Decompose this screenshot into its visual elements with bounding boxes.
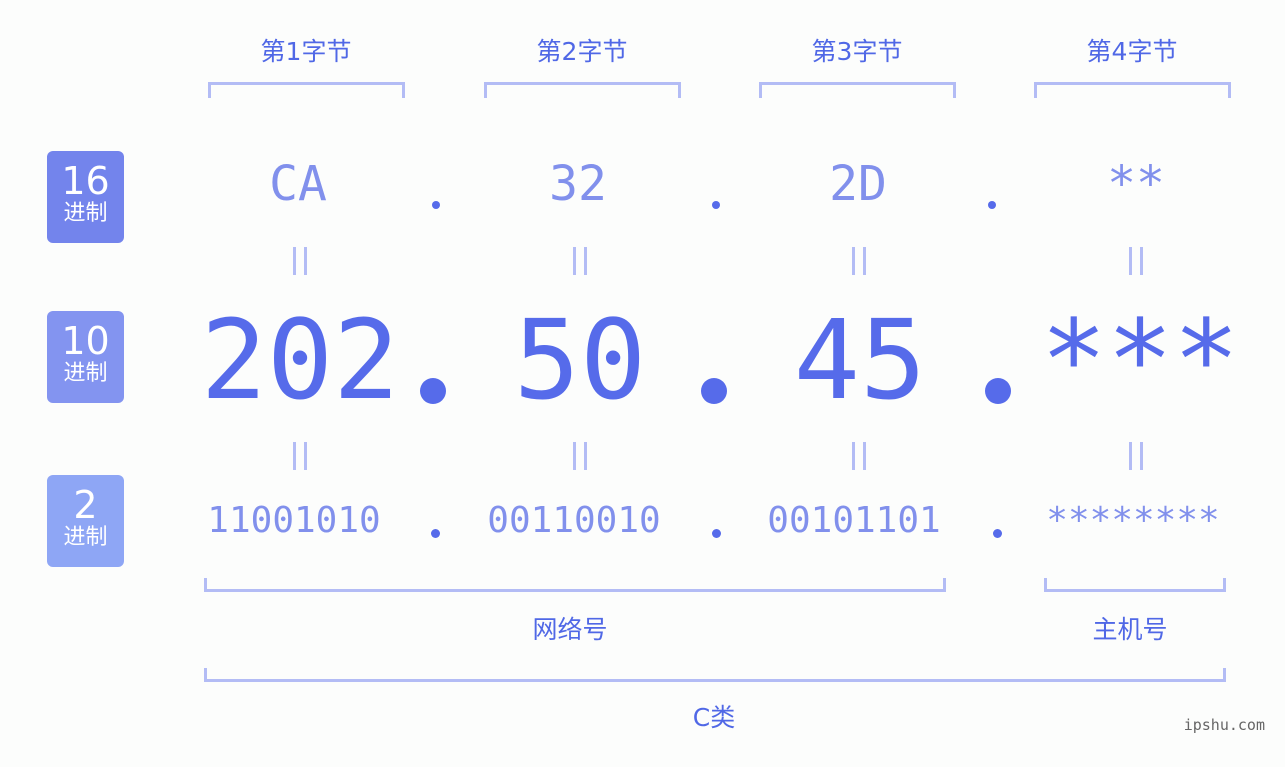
network-bracket	[204, 578, 946, 592]
watermark: ipshu.com	[1183, 716, 1265, 734]
host-label: 主机号	[1092, 615, 1168, 644]
decimal-dot-2	[701, 378, 727, 404]
equals-icon	[852, 442, 866, 470]
badge-decimal-label: 进制	[63, 361, 108, 386]
hex-byte-1: CA	[269, 156, 327, 212]
hex-byte-3: 2D	[829, 156, 887, 212]
badge-hex: 16 进制	[47, 151, 124, 243]
binary-dot-3	[993, 529, 1002, 538]
equals-icon	[1129, 442, 1143, 470]
byte-header-1: 第1字节	[260, 37, 352, 66]
equals-icon	[293, 442, 307, 470]
decimal-byte-3: 45	[793, 296, 927, 424]
badge-binary-number: 2	[73, 483, 98, 527]
hex-dot-1	[432, 201, 440, 209]
host-bracket	[1044, 578, 1226, 592]
badge-binary: 2 进制	[47, 475, 124, 567]
binary-byte-4: ********	[1046, 500, 1220, 541]
byte-bracket-4	[1034, 82, 1231, 98]
class-bracket	[204, 668, 1226, 682]
binary-dot-2	[712, 529, 721, 538]
byte-header-2: 第2字节	[536, 37, 628, 66]
byte-bracket-2	[484, 82, 681, 98]
decimal-dot-1	[420, 378, 446, 404]
badge-decimal-number: 10	[61, 319, 110, 363]
binary-byte-2: 00110010	[487, 500, 661, 541]
binary-dot-1	[431, 529, 440, 538]
decimal-byte-2: 50	[513, 296, 647, 424]
byte-header-3: 第3字节	[811, 37, 903, 66]
network-label: 网络号	[532, 615, 608, 644]
decimal-byte-1: 202	[200, 296, 400, 424]
decimal-dot-3	[985, 378, 1011, 404]
binary-byte-3: 00101101	[767, 500, 941, 541]
equals-icon	[293, 247, 307, 275]
byte-header-4: 第4字节	[1086, 37, 1178, 66]
hex-byte-4: **	[1107, 156, 1165, 212]
byte-bracket-1	[208, 82, 405, 98]
badge-hex-number: 16	[61, 159, 110, 203]
equals-icon	[573, 247, 587, 275]
equals-icon	[852, 247, 866, 275]
byte-bracket-3	[759, 82, 956, 98]
decimal-byte-4: ***	[1040, 296, 1240, 424]
hex-dot-2	[712, 201, 720, 209]
hex-byte-2: 32	[549, 156, 607, 212]
equals-icon	[1129, 247, 1143, 275]
binary-byte-1: 11001010	[207, 500, 381, 541]
hex-dot-3	[988, 201, 996, 209]
class-label: C类	[692, 703, 736, 732]
badge-binary-label: 进制	[63, 525, 108, 550]
badge-hex-label: 进制	[63, 201, 108, 226]
equals-icon	[573, 442, 587, 470]
badge-decimal: 10 进制	[47, 311, 124, 403]
